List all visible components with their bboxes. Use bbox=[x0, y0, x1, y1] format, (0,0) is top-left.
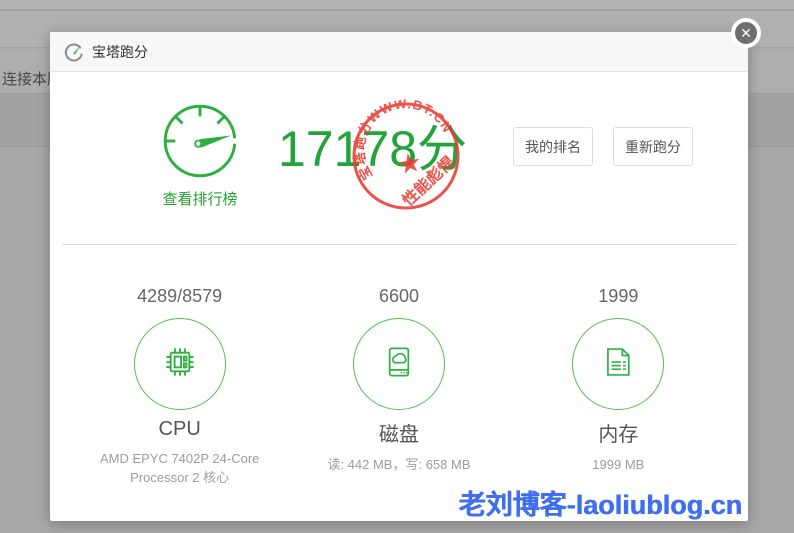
cpu-circle bbox=[134, 318, 226, 410]
memory-detail: 1999 MB bbox=[509, 456, 728, 475]
memory-circle bbox=[572, 318, 664, 410]
speedometer-block: 查看排行榜 bbox=[105, 98, 295, 209]
cpu-label: CPU bbox=[70, 418, 289, 441]
modal-title: 宝塔跑分 bbox=[92, 42, 148, 62]
view-ranking-link[interactable]: 查看排行榜 bbox=[162, 188, 237, 209]
memory-label: 内存 bbox=[509, 418, 728, 447]
modal-header: 宝塔跑分 bbox=[50, 32, 748, 72]
rerun-benchmark-button[interactable]: 重新跑分 bbox=[613, 127, 693, 166]
disk-score: 6600 bbox=[289, 286, 508, 307]
metric-disk: 6600 磁盘 读: 442 MB，写: 658 bbox=[289, 286, 508, 488]
memory-icon bbox=[595, 339, 641, 390]
memory-score: 1999 bbox=[509, 286, 728, 307]
cpu-detail: AMD EPYC 7402P 24-Core Processor 2 核心 bbox=[70, 450, 289, 488]
site-watermark: 老刘博客-laoliublog.cn bbox=[459, 483, 743, 522]
gauge-icon bbox=[64, 42, 84, 62]
score-unit: 分 bbox=[417, 121, 467, 177]
disk-detail: 读: 442 MB，写: 658 MB bbox=[289, 456, 508, 475]
close-icon[interactable]: ✕ bbox=[731, 18, 761, 48]
score-value: 17178 bbox=[278, 121, 417, 177]
disk-icon bbox=[376, 339, 422, 390]
disk-circle bbox=[353, 318, 445, 410]
my-ranking-button[interactable]: 我的排名 bbox=[513, 127, 593, 166]
disk-label: 磁盘 bbox=[289, 418, 508, 447]
speedometer-icon bbox=[105, 98, 295, 184]
metric-memory: 1999 内存 1999 MB bbox=[509, 286, 728, 488]
cpu-score: 4289/8579 bbox=[70, 286, 289, 307]
benchmark-score: 17178分 bbox=[278, 120, 467, 178]
metric-cpu: 4289/8579 CPU AMD EPYC 7402P 2 bbox=[70, 286, 289, 488]
metrics-row: 4289/8579 CPU AMD EPYC 7402P 2 bbox=[70, 286, 728, 488]
section-divider bbox=[62, 244, 737, 245]
benchmark-modal: 宝塔跑分 查看排行榜 17178分 bbox=[50, 32, 748, 521]
background-top-bar bbox=[0, 0, 794, 10]
cpu-chip-icon bbox=[157, 339, 203, 390]
